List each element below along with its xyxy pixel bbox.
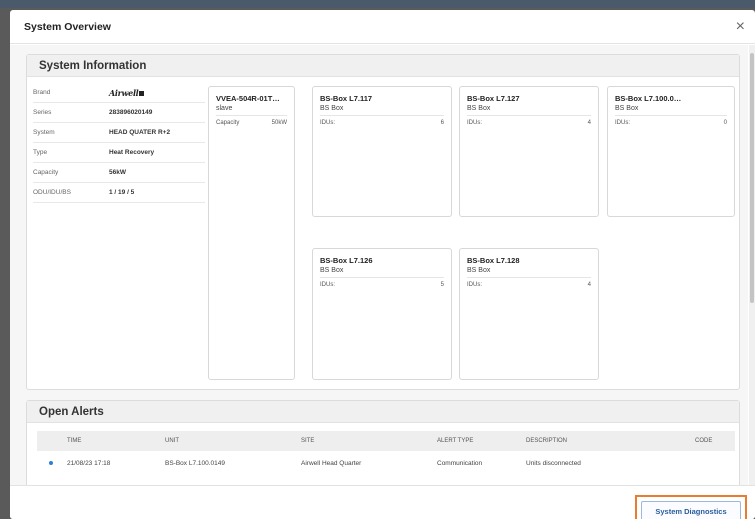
unit-type: BS Box <box>320 267 344 274</box>
open-alerts-title: Open Alerts <box>27 401 739 423</box>
alert-time: 21/08/23 17:18 <box>67 459 111 467</box>
dialog-scrollbar[interactable] <box>749 45 755 485</box>
system-diagnostics-highlight: System Diagnostics <box>635 495 747 519</box>
unit-type: BS Box <box>467 267 491 274</box>
info-key: Series <box>33 109 52 116</box>
scrollbar-thumb[interactable] <box>750 53 754 303</box>
close-icon[interactable]: × <box>736 18 745 35</box>
info-row-type: Type Heat Recovery <box>33 143 205 163</box>
column-description[interactable]: DESCRIPTION <box>526 438 567 444</box>
info-value: Heat Recovery <box>109 149 155 156</box>
unit-name: BS-Box L7.117 <box>320 94 373 103</box>
column-unit[interactable]: UNIT <box>165 438 179 444</box>
alert-unit: BS-Box L7.100.0149 <box>165 459 225 467</box>
column-time[interactable]: TIME <box>67 438 81 444</box>
odu-card[interactable]: VVEA-504R-01T… slave Capacity 50kW <box>208 86 295 380</box>
bs-box-card[interactable]: BS-Box L7.128 BS Box IDUs: 4 <box>459 248 599 380</box>
unit-type: BS Box <box>320 105 344 112</box>
info-key: Brand <box>33 89 51 96</box>
system-info-table: Brand Airwell Series 283896020149 System… <box>33 83 205 203</box>
system-information-panel: System Information Brand Airwell Series … <box>26 54 740 390</box>
unit-name: VVEA-504R-01T… <box>216 94 280 103</box>
unit-type: BS Box <box>615 105 639 112</box>
info-row-system: System HEAD QUATER R+2 <box>33 123 205 143</box>
unit-name: BS-Box L7.100.0… <box>615 94 682 103</box>
alert-description: Units disconnected <box>526 459 581 467</box>
info-value: 283896020149 <box>109 109 153 116</box>
unit-field: IDUs: 4 <box>467 277 591 288</box>
bs-box-card[interactable]: BS-Box L7.117 BS Box IDUs: 6 <box>312 86 452 217</box>
system-information-title: System Information <box>27 55 739 77</box>
alert-site: Airwell Head Quarter <box>301 459 362 467</box>
dialog-body: System Information Brand Airwell Series … <box>10 45 748 485</box>
column-code[interactable]: CODE <box>695 438 712 444</box>
info-key: System <box>33 129 55 136</box>
info-row-capacity: Capacity 56kW <box>33 163 205 183</box>
info-row-series: Series 283896020149 <box>33 103 205 123</box>
info-row-brand: Brand Airwell <box>33 83 205 103</box>
brand-logo: Airwell <box>109 88 145 98</box>
table-row[interactable]: 21/08/23 17:18 BS-Box L7.100.0149 Airwel… <box>37 453 735 473</box>
system-overview-dialog: System Overview × System Information Bra… <box>10 10 755 519</box>
unit-name: BS-Box L7.126 <box>320 256 373 265</box>
alert-type: Communication <box>437 459 483 467</box>
unit-field: IDUs: 6 <box>320 115 444 126</box>
alerts-table-header: TIME UNIT SITE ALERT TYPE DESCRIPTION CO… <box>37 431 735 451</box>
bs-box-card[interactable]: BS-Box L7.100.0… BS Box IDUs: 0 <box>607 86 735 217</box>
column-alert-type[interactable]: ALERT TYPE <box>437 438 473 444</box>
alert-bullet-icon <box>49 461 53 465</box>
info-value: HEAD QUATER R+2 <box>109 129 171 136</box>
unit-field: IDUs: 4 <box>467 115 591 126</box>
info-key: Type <box>33 149 48 156</box>
unit-field: IDUs: 0 <box>615 115 727 126</box>
info-value: 56kW <box>109 169 126 176</box>
dialog-header: System Overview × <box>10 10 755 44</box>
info-row-odu-idu-bs: ODU/IDU/BS 1 / 19 / 5 <box>33 183 205 203</box>
column-site[interactable]: SITE <box>301 438 314 444</box>
info-key: ODU/IDU/BS <box>33 189 71 196</box>
info-key: Capacity <box>33 169 59 176</box>
unit-name: BS-Box L7.127 <box>467 94 520 103</box>
app-header-strip <box>0 0 755 8</box>
system-diagnostics-button[interactable]: System Diagnostics <box>641 501 741 519</box>
dialog-title: System Overview <box>24 20 111 33</box>
unit-field: Capacity 50kW <box>216 115 287 126</box>
unit-field: IDUs: 5 <box>320 277 444 288</box>
unit-type: slave <box>216 105 233 112</box>
unit-type: BS Box <box>467 105 491 112</box>
bs-box-card[interactable]: BS-Box L7.127 BS Box IDUs: 4 <box>459 86 599 217</box>
dialog-footer: System Diagnostics <box>10 485 755 519</box>
open-alerts-panel: Open Alerts TIME UNIT SITE ALERT TYPE DE… <box>26 400 740 485</box>
unit-name: BS-Box L7.128 <box>467 256 520 265</box>
info-value: 1 / 19 / 5 <box>109 189 135 196</box>
bs-box-card[interactable]: BS-Box L7.126 BS Box IDUs: 5 <box>312 248 452 380</box>
